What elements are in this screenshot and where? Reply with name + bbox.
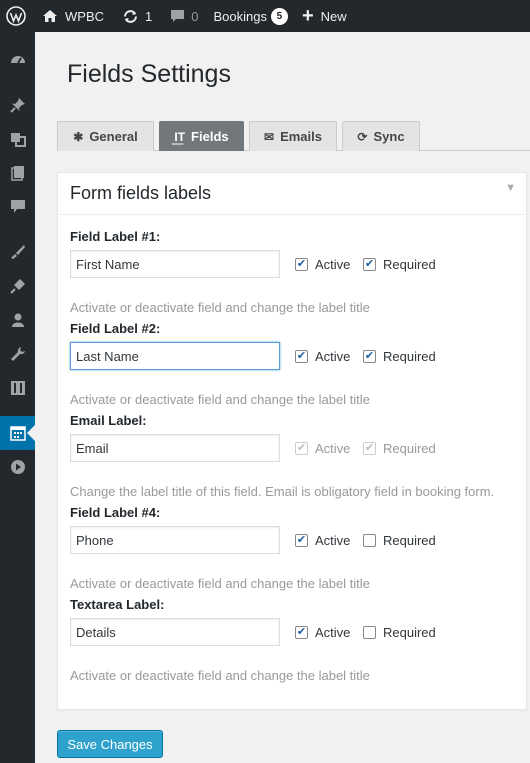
checkbox-checked-icon: ✔ <box>363 350 376 363</box>
active-label: Active <box>315 533 351 548</box>
checkbox-unchecked-icon <box>363 534 376 547</box>
active-label: Active <box>315 625 351 640</box>
form-fields-panel: Form fields labels ▼ Field Label #1: ✔ A… <box>57 172 527 710</box>
settings-sliders-icon[interactable] <box>0 371 35 405</box>
plugins-icon[interactable] <box>0 269 35 303</box>
field-label: Email Label: <box>70 413 147 428</box>
new-content-link[interactable]: + New <box>302 0 347 32</box>
page-title: Fields Settings <box>67 60 231 88</box>
active-checkbox[interactable]: ✔ Active <box>295 257 350 272</box>
checkbox-checked-icon: ✔ <box>295 626 308 639</box>
required-checkbox-disabled: ✔ Required <box>363 441 436 456</box>
tab-fields-label: Fields <box>191 129 229 144</box>
text-cursor-icon: I͟T <box>174 129 186 144</box>
admin-side-menu <box>0 32 35 763</box>
tab-sync-label: Sync <box>373 129 405 144</box>
checkbox-checked-icon: ✔ <box>295 534 308 547</box>
checkbox-checked-icon: ✔ <box>295 350 308 363</box>
site-name-link[interactable]: WPBC <box>42 0 104 32</box>
play-icon[interactable] <box>0 450 35 484</box>
envelope-icon: ✉ <box>264 129 275 144</box>
save-changes-button[interactable]: Save Changes <box>57 730 163 758</box>
field-help-text: Activate or deactivate field and change … <box>70 300 370 315</box>
field-help-text: Activate or deactivate field and change … <box>70 392 370 407</box>
asterisk-icon: ✱ <box>73 129 84 144</box>
wordpress-logo-icon[interactable] <box>0 0 32 32</box>
comments-count: 0 <box>191 8 199 24</box>
active-label: Active <box>315 257 351 272</box>
comments-menu-icon[interactable] <box>0 190 35 224</box>
active-label: Active <box>315 441 351 456</box>
active-checkbox[interactable]: ✔ Active <box>295 349 350 364</box>
required-checkbox[interactable]: ✔ Required <box>363 257 436 272</box>
field-label: Field Label #2: <box>70 321 161 336</box>
active-checkbox-disabled: ✔ Active <box>295 441 350 456</box>
tab-general-label: General <box>89 129 138 144</box>
field-label-input[interactable] <box>70 342 280 370</box>
appearance-brush-icon[interactable] <box>0 235 35 269</box>
field-help-text: Change the label title of this field. Em… <box>70 484 495 499</box>
field-label-input[interactable] <box>70 250 280 278</box>
checkbox-checked-icon: ✔ <box>295 258 308 271</box>
required-checkbox[interactable]: ✔ Required <box>363 349 436 364</box>
checkbox-checked-icon: ✔ <box>295 442 308 455</box>
updates-count: 1 <box>145 8 153 24</box>
collapse-toggle-icon[interactable]: ▼ <box>505 182 516 194</box>
field-label: Field Label #4: <box>70 505 161 520</box>
field-label-input[interactable] <box>70 526 280 554</box>
required-label: Required <box>383 625 436 640</box>
pages-icon[interactable] <box>0 156 35 190</box>
field-help-text: Activate or deactivate field and change … <box>70 668 370 683</box>
tab-emails-label: Emails <box>280 129 322 144</box>
posts-pin-icon[interactable] <box>0 88 35 122</box>
required-label: Required <box>383 533 436 548</box>
home-icon <box>43 10 57 22</box>
required-checkbox[interactable]: Required <box>363 533 436 548</box>
bookings-label: Bookings <box>213 8 267 24</box>
settings-tabs: ✱ General I͟T Fields ✉ Emails ⟳ Sync <box>57 121 530 151</box>
checkbox-unchecked-icon <box>363 626 376 639</box>
updates-icon <box>124 9 137 23</box>
tab-sync[interactable]: ⟳ Sync <box>342 121 420 151</box>
plus-icon: + <box>301 5 314 27</box>
tools-wrench-icon[interactable] <box>0 337 35 371</box>
bookings-link[interactable]: Bookings 5 <box>213 0 288 32</box>
tab-general[interactable]: ✱ General <box>57 121 154 151</box>
required-label: Required <box>383 349 436 364</box>
active-checkbox[interactable]: ✔ Active <box>295 533 350 548</box>
panel-header: Form fields labels <box>58 173 526 215</box>
field-help-text: Activate or deactivate field and change … <box>70 576 370 591</box>
updates-link[interactable]: 1 <box>122 0 152 32</box>
checkbox-checked-icon: ✔ <box>363 442 376 455</box>
dashboard-icon[interactable] <box>0 43 35 77</box>
sync-icon: ⟳ <box>357 129 368 144</box>
panel-title: Form fields labels <box>70 183 212 203</box>
booking-calendar-icon[interactable] <box>0 416 35 450</box>
site-name: WPBC <box>65 8 104 24</box>
field-label-input[interactable] <box>70 618 280 646</box>
bookings-badge: 5 <box>270 7 288 25</box>
required-label: Required <box>383 257 436 272</box>
new-label: New <box>320 8 347 24</box>
comments-link[interactable]: 0 <box>170 0 198 32</box>
required-checkbox[interactable]: Required <box>363 625 436 640</box>
media-icon[interactable] <box>0 122 35 156</box>
active-checkbox[interactable]: ✔ Active <box>295 625 350 640</box>
active-label: Active <box>315 349 351 364</box>
checkbox-checked-icon: ✔ <box>363 258 376 271</box>
users-icon[interactable] <box>0 303 35 337</box>
field-label: Textarea Label: <box>70 597 165 612</box>
admin-bar: WPBC 1 0 Bookings 5 + New <box>0 0 530 32</box>
tab-emails[interactable]: ✉ Emails <box>249 121 337 151</box>
field-label: Field Label #1: <box>70 229 161 244</box>
required-label: Required <box>383 441 436 456</box>
tab-fields[interactable]: I͟T Fields <box>159 121 244 151</box>
field-label-input[interactable] <box>70 434 280 462</box>
comment-icon <box>171 10 185 22</box>
